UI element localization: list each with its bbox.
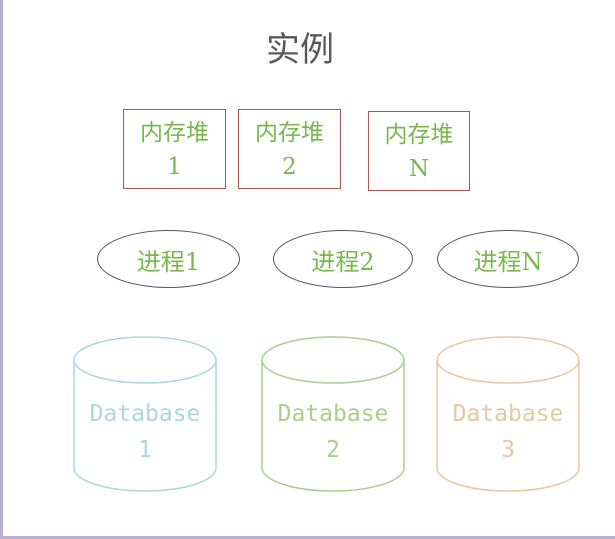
database-label: Database [277,401,389,427]
database-1: Database 1 [72,335,218,495]
database-label: Database [89,401,201,427]
database-top [261,336,405,384]
memory-heap-1: 内存堆 1 [123,109,226,189]
memory-heap-label: 内存堆 [384,122,454,148]
memory-heap-label: 内存堆 [255,120,324,146]
process-1: 进程1 [97,230,240,288]
memory-heap-n: 内存堆 N [368,111,470,191]
memory-heap-label: 内存堆 [140,120,209,146]
process-label: 进程1 [136,247,201,276]
process-label: 进程2 [311,247,375,276]
database-top [436,336,580,384]
database-label: Database [452,401,564,427]
database-index: 3 [501,437,515,463]
memory-heap-index: 1 [167,154,182,180]
memory-heap-2: 内存堆 2 [238,109,341,189]
diagram-title: 实例 [266,30,334,70]
database-index: 1 [138,437,152,463]
process-2: 进程2 [273,230,413,288]
memory-heap-index: 2 [282,154,297,180]
process-n: 进程N [437,230,579,288]
process-label: 进程N [473,247,543,276]
memory-heap-index: N [408,156,430,182]
database-top [73,336,217,384]
database-index: 2 [326,437,340,463]
database-2: Database 2 [260,335,406,495]
database-3: Database 3 [435,335,581,495]
